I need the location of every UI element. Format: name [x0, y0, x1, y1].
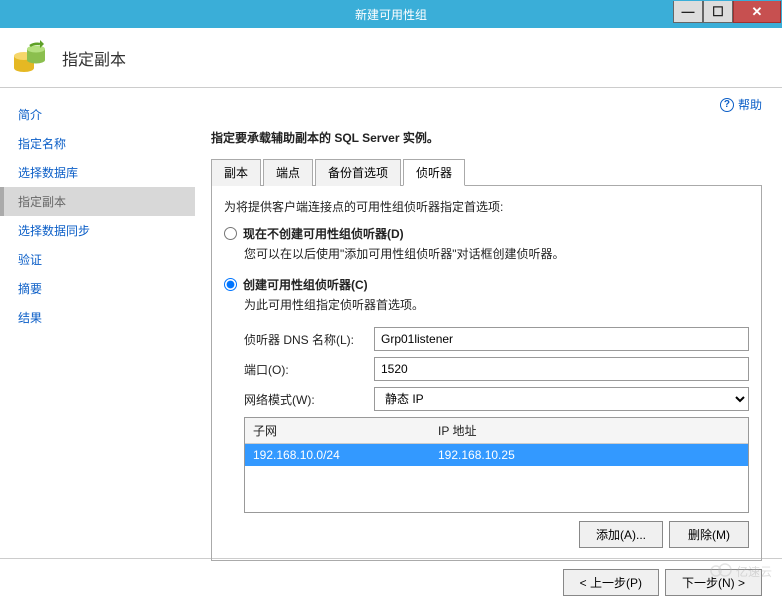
tab-backup-pref[interactable]: 备份首选项 [315, 159, 401, 186]
radio-no-listener-label: 现在不创建可用性组侦听器(D) [243, 225, 404, 242]
sidebar-item-name[interactable]: 指定名称 [0, 129, 195, 158]
page-title: 指定副本 [62, 46, 126, 70]
dns-label: 侦听器 DNS 名称(L): [244, 331, 374, 348]
dns-input[interactable] [374, 327, 749, 351]
radio-no-listener-desc: 您可以在以后使用"添加可用性组侦听器"对话框创建侦听器。 [244, 242, 749, 268]
radio-no-listener[interactable] [224, 227, 237, 240]
sidebar-item-select-db[interactable]: 选择数据库 [0, 158, 195, 187]
tab-listener[interactable]: 侦听器 [403, 159, 465, 186]
grid-row[interactable]: 192.168.10.0/24 192.168.10.25 [245, 444, 748, 466]
close-button[interactable]: ✕ [733, 1, 781, 23]
grid-header: 子网 IP 地址 [245, 418, 748, 444]
help-link[interactable]: ? 帮助 [720, 96, 762, 113]
help-label: 帮助 [738, 96, 762, 113]
help-icon: ? [720, 98, 734, 112]
add-button[interactable]: 添加(A)... [579, 521, 663, 548]
netmode-label: 网络模式(W): [244, 391, 374, 408]
listener-desc: 为将提供客户端连接点的可用性组侦听器指定首选项: [224, 198, 749, 215]
minimize-button[interactable]: — [673, 1, 703, 23]
port-label: 端口(O): [244, 361, 374, 378]
sidebar: 简介 指定名称 选择数据库 指定副本 选择数据同步 验证 摘要 结果 [0, 88, 195, 558]
sidebar-item-intro[interactable]: 简介 [0, 100, 195, 129]
header: 指定副本 [0, 28, 782, 88]
remove-button[interactable]: 删除(M) [669, 521, 749, 548]
cell-subnet: 192.168.10.0/24 [245, 444, 430, 466]
tab-content: 为将提供客户端连接点的可用性组侦听器指定首选项: 现在不创建可用性组侦听器(D)… [211, 186, 762, 561]
radio-create-listener-desc: 为此可用性组指定侦听器首选项。 [244, 293, 749, 319]
footer: < 上一步(P) 下一步(N) > [0, 558, 782, 606]
wizard-icon [10, 38, 50, 78]
window-controls: — ☐ ✕ [673, 1, 781, 23]
sidebar-item-validate[interactable]: 验证 [0, 245, 195, 274]
instruction-text: 指定要承载辅助副本的 SQL Server 实例。 [211, 129, 762, 146]
sidebar-item-data-sync[interactable]: 选择数据同步 [0, 216, 195, 245]
sidebar-item-summary[interactable]: 摘要 [0, 274, 195, 303]
sidebar-item-replicas[interactable]: 指定副本 [0, 187, 195, 216]
title-bar: 新建可用性组 — ☐ ✕ [0, 0, 782, 28]
port-input[interactable] [374, 357, 749, 381]
tab-strip: 副本 端点 备份首选项 侦听器 [211, 158, 762, 186]
radio-create-listener-label: 创建可用性组侦听器(C) [243, 276, 368, 293]
ip-grid: 子网 IP 地址 192.168.10.0/24 192.168.10.25 [244, 417, 749, 513]
main-panel: ? 帮助 指定要承载辅助副本的 SQL Server 实例。 副本 端点 备份首… [195, 88, 782, 558]
col-subnet-header[interactable]: 子网 [245, 418, 430, 443]
col-ip-header[interactable]: IP 地址 [430, 418, 748, 443]
maximize-button[interactable]: ☐ [703, 1, 733, 23]
window-title: 新建可用性组 [355, 6, 427, 23]
sidebar-item-result[interactable]: 结果 [0, 303, 195, 332]
cell-ip: 192.168.10.25 [430, 444, 748, 466]
next-button[interactable]: 下一步(N) > [665, 569, 762, 596]
grid-empty-area [245, 466, 748, 512]
tab-endpoints[interactable]: 端点 [263, 159, 313, 186]
radio-create-listener[interactable] [224, 278, 237, 291]
tab-replicas[interactable]: 副本 [211, 159, 261, 186]
prev-button[interactable]: < 上一步(P) [563, 569, 659, 596]
netmode-select[interactable]: 静态 IP [374, 387, 749, 411]
